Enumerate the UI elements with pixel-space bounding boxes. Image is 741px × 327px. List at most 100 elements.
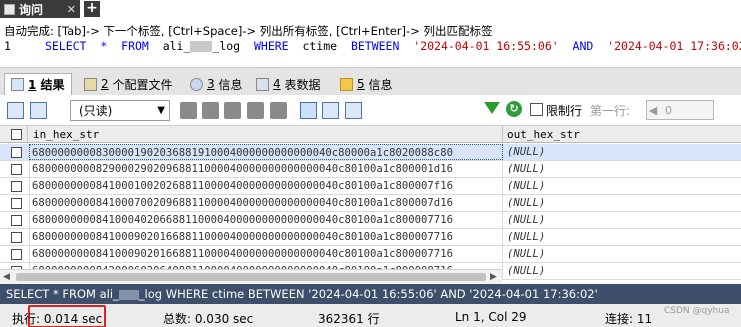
exec-time: 执行: 0.014 sec [12,312,103,326]
horizontal-scrollbar[interactable]: ◀ ▶ [0,269,502,284]
cell-out-hex-str[interactable]: (NULL) [504,229,741,245]
row-checkbox[interactable] [11,164,22,175]
table-name-prefix: ali_ [162,39,191,53]
editor-line[interactable]: 1 SELECT * FROM ali_ _log WHERE ctime BET… [4,39,741,53]
cell-out-hex-str[interactable]: (NULL) [504,195,741,211]
row-count: 362361 行 [318,312,380,326]
connection-count: 连接: 11 [605,312,653,326]
copy-icon[interactable] [202,102,219,119]
date-from-literal: '2024-04-01 16:55:06' [413,39,559,53]
row-checkbox[interactable] [11,249,22,260]
table-row[interactable]: 6800000000841000700209688110000400000000… [0,195,741,212]
result-grid[interactable]: in_hex_str out_hex_str 68000000008300001… [0,126,741,284]
cell-out-hex-str[interactable]: (NULL) [504,212,741,228]
column-header-in-hex-str[interactable]: in_hex_str [29,126,503,143]
tab-label: 信息 [218,77,243,92]
refresh-icon[interactable]: ↻ [506,101,522,117]
limit-rows-checkbox[interactable] [530,103,543,116]
tab-results[interactable]: 1 结果 [4,73,72,95]
tab-info-5[interactable]: 5 信息 [334,73,398,95]
filter-icon[interactable] [484,102,500,114]
table-row[interactable]: 6800000000841000902016688110000400000000… [0,229,741,246]
cell-out-hex-str[interactable]: (NULL) [504,161,741,177]
cell-in-hex-str[interactable]: 6800000000829000290209688110000400000000… [29,161,503,177]
header-select-all[interactable] [0,126,28,143]
table-row[interactable]: 6800000000841000100202688110000400000000… [0,178,741,195]
column-header-out-hex-str[interactable]: out_hex_str [504,126,741,143]
keyword-and: AND [572,39,594,53]
add-row-icon[interactable] [7,102,24,119]
first-row-spinner[interactable]: ◀ 0 [646,100,714,120]
save-icon[interactable] [224,102,241,119]
query-tab-label: 询问 [19,2,44,17]
grid-header: in_hex_str out_hex_str [0,126,741,143]
scrollbar-thumb[interactable] [16,273,486,281]
total-time: 总数: 0.030 sec [163,312,254,326]
result-tab-strip: 1 结果 2 个配置文件 3 信息 4 表数据 5 信息 [0,67,741,95]
tab-label: 个配置文件 [112,77,173,92]
first-row-label: 第一行: [590,104,631,118]
table-row[interactable]: 6800000000830000190203688191000400000000… [0,144,741,161]
text-view-icon[interactable] [345,102,362,119]
row-checkbox[interactable] [11,232,22,243]
first-row-value: 0 [665,103,672,117]
table-icon [256,77,269,91]
tab-table-data[interactable]: 4 表数据 [250,73,326,95]
tab-number: 1 [28,77,37,92]
row-checkbox[interactable] [11,215,22,226]
cell-in-hex-str[interactable]: 6800000000841000902016688110000400000000… [29,229,503,245]
info-icon [190,77,203,91]
watermark: CSDN @qyhua [664,306,730,316]
scroll-left-icon[interactable]: ◀ [3,272,10,282]
tab-info-3[interactable]: 3 信息 [184,73,248,95]
query-tab[interactable]: 询问 ✕ [0,0,80,18]
cell-in-hex-str[interactable]: 6800000000841000700209688110000400000000… [29,195,503,211]
executed-sql-suffix: _log WHERE ctime BETWEEN '2024-04-01 16:… [138,287,598,301]
new-tab-button[interactable]: + [84,1,100,17]
row-checkbox[interactable] [11,147,22,158]
tab-label: 表数据 [284,77,321,92]
form-view-icon[interactable] [322,102,339,119]
readonly-select[interactable]: (只读) ▼ [70,100,170,121]
keyword-select: SELECT [44,39,87,53]
cell-in-hex-str[interactable]: 6800000000841000402066881100004000000000… [29,212,503,228]
close-icon[interactable]: ✕ [67,3,76,16]
cell-out-hex-str[interactable]: (NULL) [504,178,741,194]
cell-out-hex-str[interactable]: (NULL) [504,144,741,160]
tab-label: 信息 [368,77,393,92]
tab-number: 3 [207,77,215,91]
table-name-suffix: _log [212,39,241,53]
tab-number: 4 [273,77,281,91]
cell-out-hex-str[interactable]: (NULL) [504,246,741,262]
tab-profile[interactable]: 2 个配置文件 [78,73,178,95]
table-row[interactable]: 6800000000829000290209688110000400000000… [0,161,741,178]
status-bar: 执行: 0.014 sec 总数: 0.030 sec 362361 行 Ln … [0,304,741,327]
query-tab-strip: 询问 ✕ + [0,0,741,18]
profile-icon [84,77,97,91]
chevron-left-icon[interactable]: ◀ [647,104,659,117]
grid-view-icon[interactable] [300,102,317,119]
cell-in-hex-str[interactable]: 6800000000841000902016688110000400000000… [29,246,503,262]
redaction-mask [118,289,139,300]
column-name: ctime [302,39,338,53]
chevron-down-icon: ▼ [157,105,165,116]
cell-out-hex-str[interactable]: (NULL) [504,263,741,279]
sql-editor[interactable]: 自动完成: [Tab]-> 下一个标签, [Ctrl+Space]-> 列出所有… [0,19,741,67]
cell-in-hex-str[interactable]: 6800000000830000190203688191000400000000… [29,144,503,160]
insert-icon[interactable] [180,102,197,119]
row-checkbox[interactable] [11,181,22,192]
export-icon[interactable] [30,102,47,119]
readonly-select-value: (只读) [79,104,113,118]
row-checkbox[interactable] [11,198,22,209]
executed-sql-prefix: SELECT * FROM ali_ [6,287,119,301]
cancel-icon[interactable] [270,102,287,119]
scroll-right-icon[interactable]: ▶ [490,272,497,282]
delete-icon[interactable] [247,102,264,119]
cell-in-hex-str[interactable]: 6800000000841000100202688110000400000000… [29,178,503,194]
select-all-checkbox[interactable] [11,129,22,140]
limit-rows-label: 限制行 [546,104,583,118]
table-row[interactable]: 6800000000841000402066881100004000000000… [0,212,741,229]
executed-sql-bar: SELECT * FROM ali_ _log WHERE ctime BETWE… [0,284,741,304]
table-row[interactable]: 6800000000841000902016688110000400000000… [0,246,741,263]
date-to-literal: '2024-04-01 17:36:02' [607,39,741,53]
